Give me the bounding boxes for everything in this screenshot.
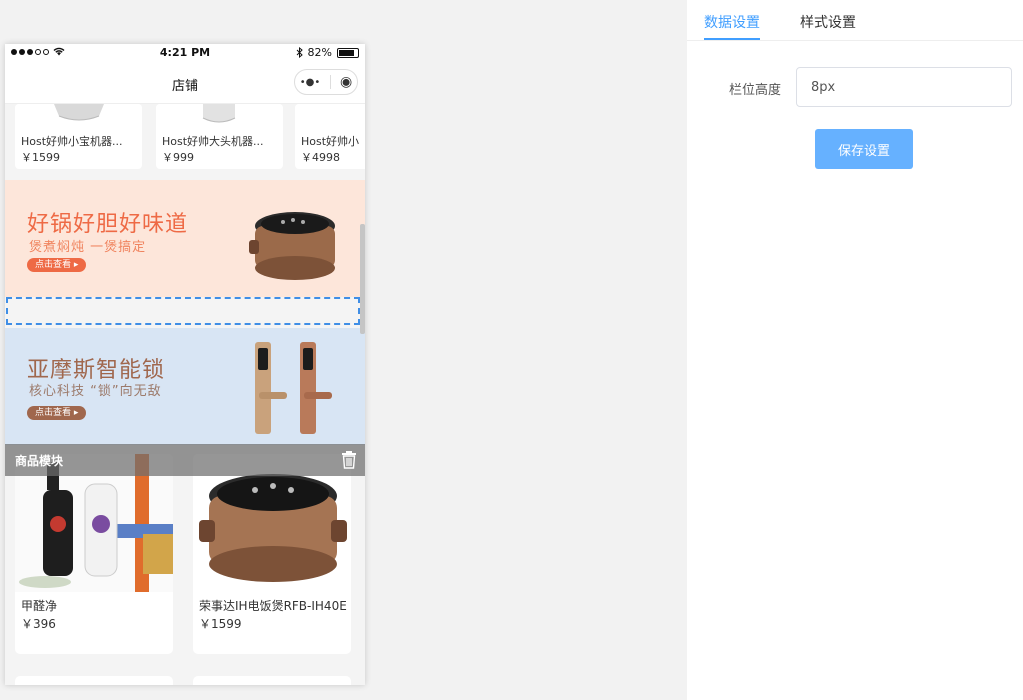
banner-subtitle: 核心科技 “锁”向无敌 (29, 384, 162, 399)
rice-cooker-banner[interactable]: 好锅好胆好味道 煲煮焖炖 一煲搞定 点击查看 ▸ (5, 180, 365, 297)
page-content: Host好帅小宝机器... ￥1599 Host好帅大头机器... ￥999 H… (5, 104, 365, 685)
product-image (156, 104, 283, 128)
goods-card[interactable] (15, 676, 173, 685)
product-name: Host好帅大头机器... (162, 135, 264, 148)
active-tab-indicator (704, 38, 760, 40)
height-input[interactable] (796, 67, 1012, 107)
product-price: ￥4998 (301, 151, 340, 164)
goods-name: 荣事达IH电饭煲RFB-IH40E (199, 599, 347, 613)
goods-card[interactable]: 甲醛净 ￥396 (15, 454, 173, 654)
goods-card[interactable] (193, 676, 351, 685)
height-form-row: 栏位高度 (687, 67, 1023, 107)
tab-data-settings[interactable]: 数据设置 (704, 12, 760, 32)
save-settings-button[interactable]: 保存设置 (815, 129, 913, 169)
product-image (295, 104, 365, 128)
banner-subtitle: 煲煮焖炖 一煲搞定 (29, 240, 147, 255)
tab-style-settings[interactable]: 样式设置 (800, 12, 856, 32)
more-icon[interactable]: •●• (300, 77, 321, 88)
product-name: Host好帅小 (301, 135, 360, 148)
battery-icon (337, 47, 359, 58)
product-price: ￥1599 (21, 151, 60, 164)
settings-panel: 数据设置 样式设置 栏位高度 保存设置 (687, 0, 1023, 700)
goods-name: 甲醛净 (21, 599, 58, 613)
product-card[interactable]: Host好帅小宝机器... ￥1599 (15, 104, 142, 169)
goods-card[interactable]: 荣事达IH电饭煲RFB-IH40E ￥1599 (193, 454, 351, 654)
status-bar: 4:21 PM 82% (5, 44, 365, 63)
product-row: Host好帅小宝机器... ￥1599 Host好帅大头机器... ￥999 H… (5, 104, 365, 172)
module-label: 商品模块 (15, 454, 64, 468)
smart-lock-image (255, 342, 332, 434)
height-label: 栏位高度 (729, 83, 782, 98)
product-card[interactable]: Host好帅大头机器... ￥999 (156, 104, 283, 169)
goods-price: ￥396 (21, 617, 56, 631)
product-name: Host好帅小宝机器... (21, 135, 123, 148)
smart-lock-banner[interactable]: 亚摩斯智能锁 核心科技 “锁”向无敌 点击查看 ▸ (5, 328, 365, 445)
battery-percent: 82% (307, 46, 332, 59)
trash-icon[interactable] (341, 451, 357, 469)
close-icon[interactable]: ◉ (340, 74, 352, 90)
banner-view-button[interactable]: 点击查看 ▸ (27, 258, 87, 272)
rice-cooker-image (249, 212, 335, 280)
product-price: ￥999 (162, 151, 194, 164)
banner-view-button[interactable]: 点击查看 ▸ (27, 406, 87, 420)
navigation-bar: 店铺 •●• ◉ (5, 63, 365, 104)
spacer-module-selected[interactable] (6, 297, 360, 325)
product-card[interactable]: Host好帅小 ￥4998 (295, 104, 365, 169)
phone-preview: 4:21 PM 82% 店铺 •●• ◉ Host好帅小宝机器... ￥1599 (5, 44, 365, 685)
scrollbar-thumb[interactable] (360, 224, 365, 334)
goods-price: ￥1599 (199, 617, 242, 631)
banner-title: 好锅好胆好味道 (27, 212, 189, 237)
goods-module-toolbar[interactable]: 商品模块 (5, 444, 365, 476)
mini-program-capsule[interactable]: •●• ◉ (294, 69, 358, 95)
bluetooth-icon (296, 47, 303, 58)
product-image (15, 104, 142, 128)
settings-tabs: 数据设置 样式设置 (687, 0, 1023, 41)
